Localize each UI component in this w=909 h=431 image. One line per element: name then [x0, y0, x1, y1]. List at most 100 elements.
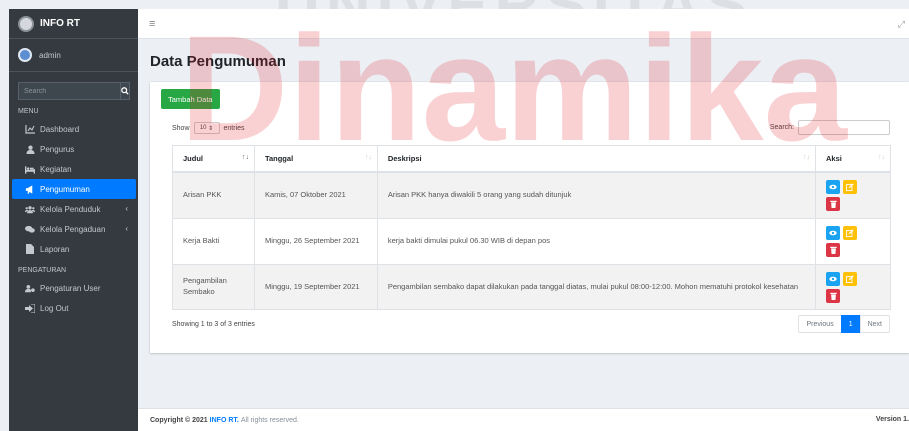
view-button[interactable]: [826, 179, 841, 194]
sidebar-item-label: Pengumuman: [40, 184, 90, 194]
cell-aksi: [815, 171, 891, 219]
users-cog-icon: [25, 283, 35, 293]
table-search-input[interactable]: [798, 120, 890, 135]
eye-icon: [829, 276, 837, 281]
sidebar-item-label: Kegiatan: [40, 164, 72, 174]
bullhorn-icon: [25, 184, 35, 194]
edit-icon: [846, 183, 854, 191]
add-data-button[interactable]: Tambah Data: [161, 89, 220, 109]
nav-header-menu: MENU: [18, 108, 39, 115]
delete-button[interactable]: [826, 288, 841, 303]
entries-label: entries: [223, 124, 245, 132]
sidebar-item-laporan[interactable]: Laporan: [12, 239, 136, 259]
users-icon: [25, 204, 35, 214]
brand-title: INFO RT: [40, 18, 80, 29]
avatar: [18, 48, 32, 62]
data-card: Tambah Data Show 10 ⇕ entries Search: Ju…: [150, 82, 909, 353]
bed-icon: [25, 164, 35, 174]
cell-aksi: [815, 264, 891, 310]
table-info: Showing 1 to 3 of 3 entries: [172, 321, 255, 328]
sort-icon: ↑↓: [878, 154, 885, 161]
nav-header-pengaturan: PENGATURAN: [18, 267, 67, 274]
column-header-tanggal[interactable]: Tanggal ↑↓: [253, 145, 378, 173]
pagination: Previous 1 Next: [798, 315, 890, 333]
show-label: Show: [172, 124, 190, 132]
sidebar-item-label: Pengaturan User: [40, 283, 101, 293]
footer-brand-link[interactable]: INFO RT.: [210, 417, 239, 424]
sidebar-item-kegiatan[interactable]: Kegiatan: [12, 159, 136, 179]
footer-version: Version 1.: [875, 416, 909, 423]
sidebar-item-label: Kelola Penduduk: [40, 204, 101, 214]
table-row: Kerja Bakti Minggu, 26 September 2021 ke…: [172, 218, 891, 265]
cell-tanggal: Kamis, 07 Oktober 2021: [253, 171, 378, 219]
footer: Copyright © 2021 INFO RT. All rights res…: [138, 408, 909, 431]
cell-deskripsi: Pengambilan sembako dapat dilakukan pada…: [376, 264, 817, 310]
sidebar-item-label: Log Out: [40, 303, 69, 313]
column-header-aksi[interactable]: Aksi ↑↓: [815, 145, 891, 173]
eye-icon: [829, 230, 837, 236]
page-title: Data Pengumuman: [150, 53, 286, 70]
cell-aksi: [815, 218, 891, 265]
sidebar-search: [18, 82, 130, 100]
chevron-left-icon: ‹: [125, 204, 128, 213]
top-navbar: ≡ ⤢: [138, 9, 909, 39]
cell-judul: Kerja Bakti: [172, 218, 255, 265]
cell-tanggal: Minggu, 26 September 2021: [253, 218, 378, 265]
sort-icon: ↑↓: [241, 154, 249, 161]
sidebar-item-label: Dashboard: [40, 124, 80, 134]
updown-icon: ⇕: [208, 125, 214, 132]
page-1-button[interactable]: 1: [840, 315, 861, 333]
sidebar-item-label: Pengurus: [40, 144, 75, 154]
edit-button[interactable]: [843, 226, 858, 240]
comments-icon: [25, 224, 35, 234]
search-button[interactable]: [120, 82, 130, 100]
logout-icon: [25, 303, 35, 313]
sidebar-item-kelola-pengaduan[interactable]: Kelola Pengaduan ‹: [12, 219, 136, 239]
table-header-row: Judul ↑↓ Tanggal ↑↓ Deskripsi ↑↓ Aksi ↑↓: [172, 145, 891, 173]
cell-deskripsi: kerja bakti dimulai pukul 06.30 WIB di d…: [376, 218, 817, 265]
edit-button[interactable]: [843, 179, 858, 194]
search-icon: [121, 87, 129, 95]
brand[interactable]: INFO RT: [9, 9, 138, 39]
delete-button[interactable]: [826, 196, 841, 211]
sidebar-item-label: Laporan: [40, 244, 70, 254]
column-header-judul[interactable]: Judul ↑↓: [172, 145, 255, 173]
footer-rights: All rights reserved.: [240, 416, 299, 424]
table-row: Arisan PKK Kamis, 07 Oktober 2021 Arisan…: [172, 171, 891, 219]
view-button[interactable]: [826, 271, 841, 286]
edit-icon: [846, 274, 854, 283]
delete-button[interactable]: [826, 243, 841, 257]
search-label: Search:: [769, 124, 794, 131]
chart-icon: [25, 124, 35, 134]
fullscreen-icon[interactable]: ⤢: [898, 19, 905, 30]
sidebar-item-pengumuman[interactable]: Pengumuman: [12, 179, 136, 199]
entries-value: 10: [199, 125, 207, 131]
username: admin: [39, 50, 61, 60]
brand-logo-icon: [18, 15, 34, 32]
sidebar: INFO RT admin MENU Dashboard Pengurus Ke…: [9, 9, 138, 431]
sidebar-search-input[interactable]: [18, 82, 120, 100]
edit-icon: [846, 229, 854, 237]
trash-icon: [829, 246, 837, 254]
previous-page-button[interactable]: Previous: [798, 315, 842, 333]
column-header-deskripsi[interactable]: Deskripsi ↑↓: [376, 145, 817, 173]
announcements-table: Judul ↑↓ Tanggal ↑↓ Deskripsi ↑↓ Aksi ↑↓ Ari…: [172, 145, 891, 310]
footer-copyright: Copyright © 2021: [150, 416, 208, 424]
user-panel[interactable]: admin: [9, 39, 138, 72]
next-page-button[interactable]: Next: [859, 315, 890, 333]
cell-tanggal: Minggu, 19 September 2021: [253, 264, 378, 310]
view-button[interactable]: [826, 226, 841, 240]
sidebar-item-kelola-penduduk[interactable]: Kelola Penduduk ‹: [12, 199, 136, 219]
sidebar-item-pengaturan-user[interactable]: Pengaturan User: [12, 278, 136, 298]
cell-deskripsi: Arisan PKK hanya diwakili 5 orang yang s…: [376, 171, 817, 219]
sidebar-item-log-out[interactable]: Log Out: [12, 298, 136, 318]
entries-length-control: Show 10 ⇕ entries: [172, 122, 245, 134]
sort-icon: ↑↓: [803, 154, 811, 161]
edit-button[interactable]: [843, 271, 858, 286]
sidebar-item-pengurus[interactable]: Pengurus: [12, 139, 136, 159]
hamburger-menu-icon[interactable]: ≡: [149, 18, 155, 30]
user-icon: [25, 144, 35, 154]
sidebar-item-dashboard[interactable]: Dashboard: [12, 119, 136, 139]
entries-select[interactable]: 10 ⇕: [193, 122, 220, 134]
cell-judul: Arisan PKK: [172, 171, 255, 219]
